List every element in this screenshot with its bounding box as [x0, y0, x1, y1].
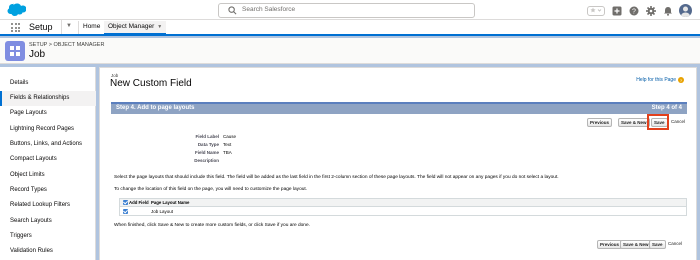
field-name-caption: Field Name [194, 150, 219, 155]
favorites-icon[interactable] [587, 5, 605, 16]
sidebar-item-page-layouts[interactable]: Page Layouts [0, 106, 96, 121]
tab-object-manager-label: Object Manager [108, 23, 155, 30]
global-actions-icon[interactable] [611, 5, 622, 16]
description-caption: Description [194, 158, 219, 163]
user-avatar[interactable] [679, 4, 692, 17]
step-title: Step 4. Add to page layouts [116, 105, 195, 111]
save-button-highlight [647, 114, 669, 130]
sidebar-item-fields-relationships[interactable]: Fields & Relationships [0, 91, 96, 106]
job-layout-checkbox[interactable] [123, 209, 128, 214]
step-header-bar: Step 4. Add to page layouts Step 4 of 4 [111, 102, 687, 114]
salesforce-logo-icon[interactable] [5, 3, 26, 17]
nav-divider [61, 20, 62, 34]
tab-chevron-down-icon[interactable]: ▼ [157, 24, 162, 30]
footer-instruction: When finished, click Save & New to creat… [114, 223, 310, 228]
tab-home[interactable]: Home [78, 21, 106, 34]
column-header-add-field: Add Field [129, 200, 149, 205]
object-manager-icon [5, 41, 25, 61]
tab-object-manager[interactable]: Object Manager ▼ [104, 21, 167, 35]
breadcrumb[interactable]: SETUP > OBJECT MANAGER [29, 42, 104, 48]
header-utility-icons: ? [587, 4, 692, 17]
sidebar-item-record-types[interactable]: Record Types [0, 183, 96, 198]
step-number: Step 4 of 4 [651, 105, 682, 111]
app-navigation-bar: Setup ▼ Home Object Manager ▼ [0, 20, 700, 36]
table-row-page-layout-name: Job Layout [151, 209, 174, 214]
field-label-value: Cause [223, 134, 237, 139]
save-new-button[interactable]: Save & New [620, 240, 652, 249]
top-button-row: Previous Save & New Save Cancel [111, 114, 687, 130]
global-search-input[interactable]: Search Salesforce [218, 3, 475, 18]
save-new-button[interactable]: Save & New [618, 118, 650, 127]
wizard-title: New Custom Field [110, 78, 192, 89]
field-name-value: TBA [223, 150, 232, 155]
page-layout-table: Add Field Page Layout Name Job Layout [119, 198, 687, 216]
notifications-bell-icon[interactable] [662, 5, 673, 16]
help-icon[interactable]: ? [628, 5, 639, 16]
sidebar-item-buttons-links-actions[interactable]: Buttons, Links, and Actions [0, 137, 96, 152]
help-link-label: Help for this Page [636, 77, 676, 83]
sidebar-item-object-limits[interactable]: Object Limits [0, 168, 96, 183]
save-button[interactable]: Save [649, 240, 666, 249]
bottom-button-row: Previous Save & New Save Cancel [111, 240, 687, 252]
cancel-link[interactable]: Cancel [668, 241, 682, 246]
data-type-caption: Data Type [197, 142, 219, 147]
cancel-link[interactable]: Cancel [671, 119, 685, 124]
field-row: Field Label Cause [111, 134, 411, 141]
page-header: SETUP > OBJECT MANAGER Job [0, 38, 700, 64]
column-header-page-layout-name: Page Layout Name [151, 200, 190, 205]
field-row: Field Name TBA [111, 150, 411, 157]
data-type-value: Text [223, 142, 232, 147]
sidebar-item-validation-rules[interactable]: Validation Rules [0, 244, 96, 259]
setup-gear-icon[interactable] [645, 5, 656, 16]
main-content: Job New Custom Field Help for this Page … [99, 67, 697, 260]
help-for-this-page-link[interactable]: Help for this Page ? [636, 77, 684, 83]
app-name: Setup [29, 22, 53, 32]
table-header: Add Field Page Layout Name [120, 199, 686, 207]
app-launcher-icon[interactable] [11, 23, 20, 32]
sidebar-item-lightning-record-pages[interactable]: Lightning Record Pages [0, 122, 96, 137]
select-all-checkbox[interactable] [123, 200, 128, 205]
instruction-select-layouts: Select the page layouts that should incl… [114, 175, 559, 180]
svg-text:?: ? [632, 8, 636, 15]
sidebar-item-related-lookup-filters[interactable]: Related Lookup Filters [0, 198, 96, 213]
search-placeholder: Search Salesforce [242, 6, 296, 13]
page-title: Job [29, 49, 46, 60]
sidebar-item-details[interactable]: Details [0, 76, 96, 91]
sidebar-item-triggers[interactable]: Triggers [0, 229, 96, 244]
nav-menu-chevron-icon[interactable]: ▼ [66, 23, 72, 29]
previous-button[interactable]: Previous [587, 118, 613, 127]
sidebar-item-compact-layouts[interactable]: Compact Layouts [0, 152, 96, 167]
instruction-customize-layout: To change the location of this field on … [114, 187, 308, 192]
object-sidebar: Details Fields & Relationships Page Layo… [0, 67, 96, 260]
field-row: Data Type Text [111, 142, 411, 149]
previous-button[interactable]: Previous [597, 240, 623, 249]
search-icon [228, 6, 237, 15]
field-row: Description [111, 158, 411, 165]
field-label-caption: Field Label [195, 134, 219, 139]
global-header: Search Salesforce ? [0, 0, 700, 20]
sidebar-item-search-layouts[interactable]: Search Layouts [0, 214, 96, 229]
help-question-icon: ? [678, 77, 684, 83]
